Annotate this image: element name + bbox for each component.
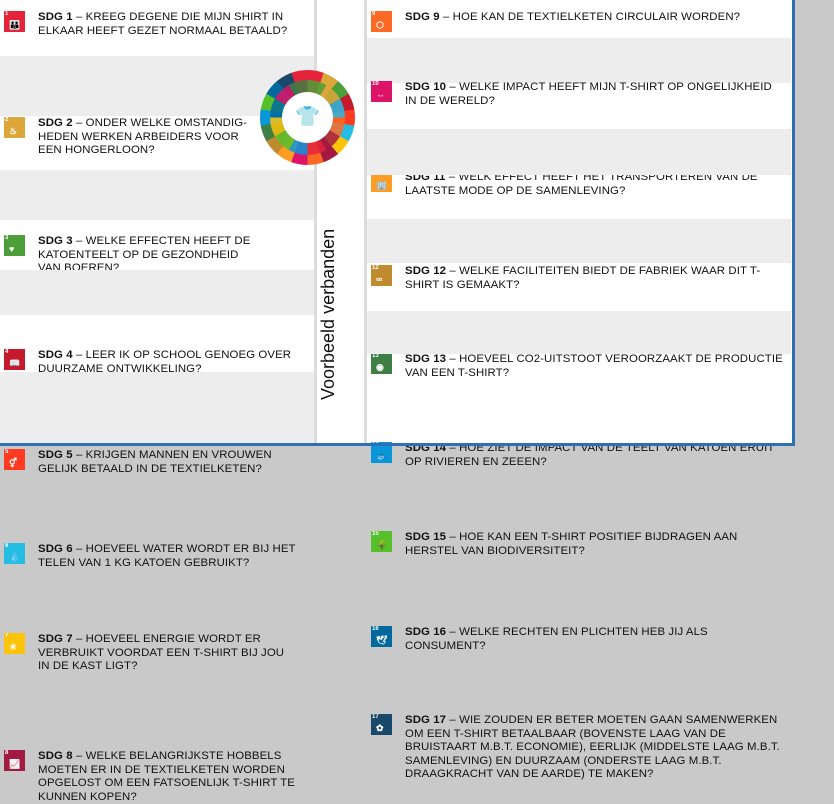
sdg-row: 8 📈 SDG 8 – WELKE BELANGRIJKSTE HOBBELS MO…	[0, 372, 314, 803]
slide: 1 👪 SDG 1 – KREEG DEGENE DIE MIJN SHIRT IN…	[0, 0, 792, 803]
sdg-icon-glyph: 📈	[9, 759, 21, 769]
sdg-icon-glyph: 👪	[9, 20, 21, 30]
sdg-code: SDG 5	[38, 449, 73, 461]
sdg-question-text: – KREEG DEGENE DIE MIJN SHIRT IN ELKAAR …	[38, 11, 288, 37]
sdg-question: SDG 17 – WIE ZOUDEN ER BETER MOETEN GAAN…	[405, 714, 783, 782]
sdg-code: SDG 8	[38, 750, 73, 762]
sdg-question: SDG 5 – KRIJGEN MANNEN EN VROUWEN GELIJK…	[38, 449, 296, 476]
sdg-icon-number: 5	[5, 449, 9, 455]
flower-icon: 17 ✿	[371, 714, 392, 735]
sun-icon: 7 ☀	[4, 633, 25, 654]
sdg-question: SDG 15 – HOE KAN EEN T-SHIRT POSITIEF BI…	[405, 531, 783, 558]
sdg-row: 17 ✿ SDG 17 – WIE ZOUDEN ER BETER MOETEN G…	[367, 354, 791, 780]
sdg-row: 12 ∞ SDG 12 – WELKE FACILITEITEN BIEDT DE …	[367, 129, 791, 291]
right-column: 9 ⬡ SDG 9 – HOE KAN DE TEXTIELKETEN CIRCUL…	[367, 0, 791, 780]
sdg-question-text: – HOEVEEL ENERGIE WORDT ER VERBRUIKT VOO…	[38, 633, 285, 673]
sdg-icon-glyph: 💧	[9, 552, 21, 562]
sdg-question: SDG 16 – WELKE RECHTEN EN PLICHTEN HEB J…	[405, 626, 783, 653]
sdg-question-text: – HOEVEEL WATER WORDT ER BIJ HET TELEN V…	[38, 543, 296, 569]
sdg-row: 6 💧 SDG 6 – HOEVEEL WATER WORDT ER BIJ HET…	[0, 270, 314, 569]
sdg-icon-number: 8	[5, 750, 9, 756]
sdg-icon-glyph: ⬡	[376, 20, 384, 30]
sdg-code: SDG 1	[38, 11, 73, 23]
sdg-row: 15 🌳 SDG 15 – HOE KAN EEN T-SHIRT POSITIEF…	[367, 263, 791, 557]
frame-border-bottom	[0, 443, 795, 446]
sdg-icon-number: 15	[372, 531, 379, 537]
cubes-icon: 9 ⬡	[371, 11, 392, 32]
sdg-row: 11🏢SDG 11 – WELK EFFECT HEEFT HET TRANSP…	[367, 83, 791, 197]
sdg-row: 10 ⇔ SDG 10 – WELKE IMPACT HEEFT MIJN T-SH…	[367, 38, 791, 107]
sdg-icon-number: 6	[5, 543, 9, 549]
tree-icon: 15 🌳	[371, 531, 392, 552]
people-icon: 1 👪	[4, 11, 25, 32]
growth-chart-icon: 8 📈	[4, 750, 25, 771]
sdg-code: SDG 7	[38, 633, 73, 645]
sdg-icon-glyph: ☀	[9, 642, 18, 652]
sdg-row: 9 ⬡ SDG 9 – HOE KAN DE TEXTIELKETEN CIRCUL…	[367, 0, 791, 38]
sdg-icon-number: 17	[372, 714, 379, 720]
sdg-row: 7 ☀ SDG 7 – HOEVEEL ENERGIE WORDT ER VERBR…	[0, 315, 314, 672]
sdg-icon-glyph: 🕊	[376, 635, 388, 645]
sdg-question: SDG 9 – HOE KAN DE TEXTIELKETEN CIRCULAI…	[405, 11, 783, 25]
sdg-code: SDG 15	[405, 531, 447, 543]
sdg-code: SDG 9	[405, 11, 440, 23]
sdg-wheel-logo: 👕	[260, 70, 355, 165]
sdg-icon-number: 16	[372, 626, 379, 632]
sdg-row: 1 👪 SDG 1 – KREEG DEGENE DIE MIJN SHIRT IN…	[0, 0, 314, 56]
sdg-icon-number: 9	[372, 11, 376, 17]
vertical-label: Voorbeeld verbanden	[318, 228, 338, 400]
sdg-code: SDG 6	[38, 543, 73, 555]
sdg-question-text: – WIE ZOUDEN ER BETER MOETEN GAAN SAMENW…	[405, 714, 780, 781]
sdg-icon-glyph: ✿	[376, 723, 384, 733]
left-column: 1 👪 SDG 1 – KREEG DEGENE DIE MIJN SHIRT IN…	[0, 0, 314, 803]
sdg-question: SDG 7 – HOEVEEL ENERGIE WORDT ER VERBRUI…	[38, 633, 296, 674]
sdg-icon-glyph: 🌳	[376, 540, 388, 550]
sdg-question: SDG 14 – HOE ZIET DE IMPACT VAN DE TEELT…	[405, 442, 783, 469]
sdg-question-text: – KRIJGEN MANNEN EN VROUWEN GELIJK BETAA…	[38, 449, 272, 475]
sdg-row: 4 📖 SDG 4 – LEER IK OP SCHOOL GENOEG OVER …	[0, 170, 314, 375]
sdg-row: 14🐟SDG 14 – HOE ZIET DE IMPACT VAN DE TE…	[367, 219, 791, 468]
sdg-code: SDG 17	[405, 714, 447, 726]
column-divider-left	[314, 0, 317, 443]
frame-border-right	[792, 0, 795, 446]
sdg-question: SDG 6 – HOEVEEL WATER WORDT ER BIJ HET T…	[38, 543, 296, 570]
water-icon: 6 💧	[4, 543, 25, 564]
sdg-icon-number: 1	[5, 11, 9, 17]
tshirt-icon: 👕	[295, 106, 320, 128]
dove-icon: 16 🕊	[371, 626, 392, 647]
sdg-question-text: – HOE KAN DE TEXTIELKETEN CIRCULAIR WORD…	[439, 11, 741, 23]
sdg-icon-glyph: 🐟	[376, 451, 388, 461]
sdg-row: 13 ◉ SDG 13 – HOEVEEL CO2-UITSTOOT VEROORZ…	[367, 175, 791, 379]
sdg-row: 5 ⚥ SDG 5 – KRIJGEN MANNEN EN VROUWEN GELI…	[0, 220, 314, 475]
sdg-row: 16 🕊 SDG 16 – WELKE RECHTEN EN PLICHTEN HE…	[367, 311, 791, 652]
sdg-code: SDG 16	[405, 626, 447, 638]
sdg-question-text: – HOE KAN EEN T-SHIRT POSITIEF BIJDRAGEN…	[405, 531, 738, 557]
sdg-question-text: – WELKE BELANGRIJKSTE HOBBELS MOETEN ER …	[38, 750, 295, 803]
sdg-icon-glyph: ⚥	[9, 458, 18, 468]
sdg-question-text: – WELKE RECHTEN EN PLICHTEN HEB JIJ ALS …	[405, 626, 708, 652]
sdg-question: SDG 8 – WELKE BELANGRIJKSTE HOBBELS MOET…	[38, 750, 296, 804]
sdg-question: SDG 1 – KREEG DEGENE DIE MIJN SHIRT IN E…	[38, 11, 296, 38]
gender-icon: 5 ⚥	[4, 449, 25, 470]
sdg-icon-number: 7	[5, 633, 9, 639]
